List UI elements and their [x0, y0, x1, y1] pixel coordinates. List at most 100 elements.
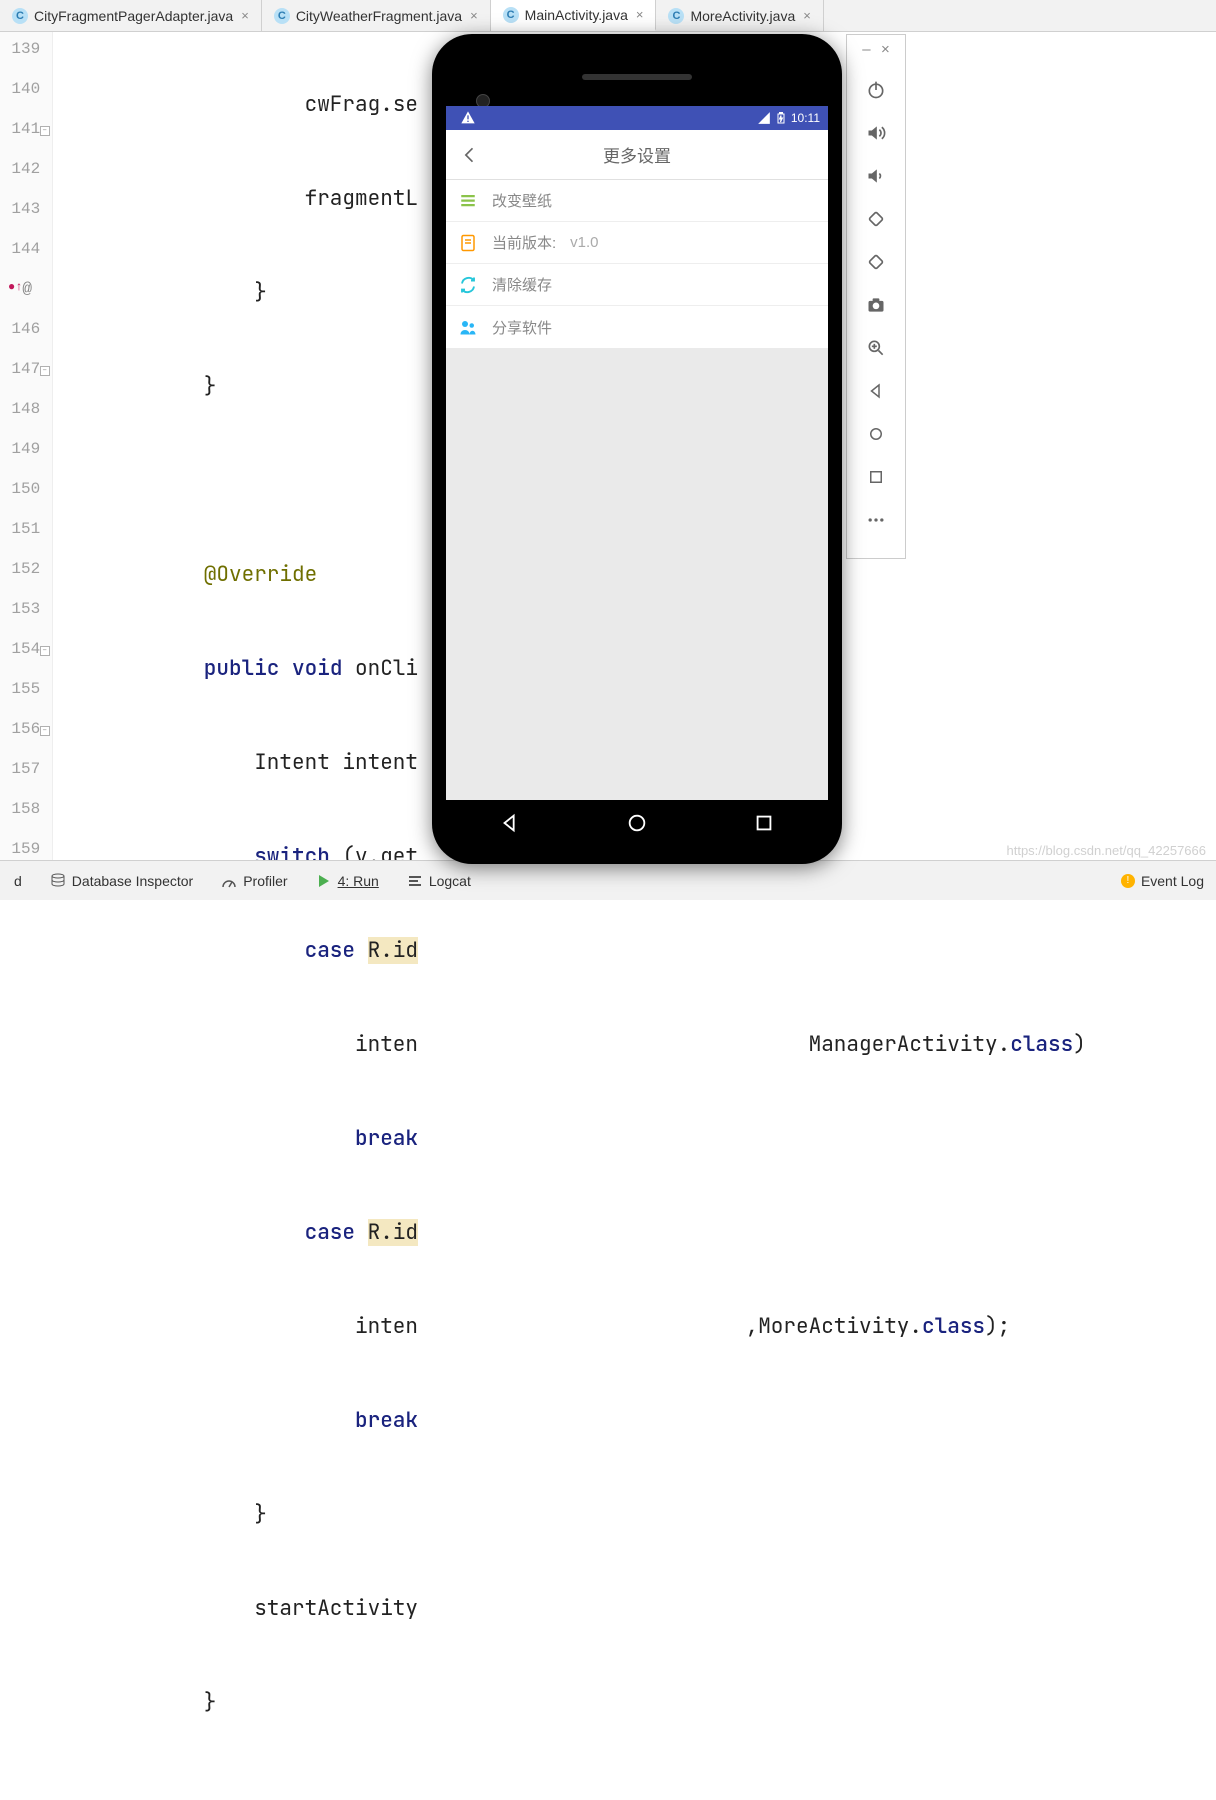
device-frame: 10:11 更多设置 改变壁纸 当前版本: v1.0 [432, 34, 842, 864]
row-share[interactable]: 分享软件 [446, 306, 828, 348]
profiler-button[interactable]: Profiler [207, 873, 301, 889]
tab-moreactivity[interactable]: C MoreActivity.java × [656, 0, 823, 31]
warning-icon [460, 110, 476, 126]
code-line: break [53, 1124, 1216, 1164]
close-icon[interactable]: × [241, 8, 249, 23]
volume-up-icon[interactable] [847, 114, 905, 152]
list-icon [458, 191, 478, 211]
nav-overview-button[interactable] [753, 812, 775, 839]
refresh-icon [458, 275, 478, 295]
status-time: 10:11 [791, 111, 820, 125]
power-icon[interactable] [847, 71, 905, 109]
nav-back-button[interactable] [499, 812, 521, 839]
java-class-icon: C [12, 8, 28, 24]
row-label: 分享软件 [492, 317, 552, 338]
bottom-toolbar: d Database Inspector Profiler 4: Run Log… [0, 860, 1216, 900]
row-change-wallpaper[interactable]: 改变壁纸 [446, 180, 828, 222]
warning-icon: ! [1121, 874, 1135, 888]
rotate-left-icon[interactable] [847, 200, 905, 238]
close-button[interactable]: × [881, 41, 890, 58]
code-line: } [53, 1500, 1216, 1540]
label: Profiler [243, 873, 287, 889]
line-number: 156– [0, 716, 52, 756]
row-value: v1.0 [570, 234, 598, 251]
app-back-button[interactable] [446, 145, 494, 165]
tab-label: MoreActivity.java [690, 8, 795, 24]
java-class-icon: C [668, 8, 684, 24]
tab-mainactivity[interactable]: C MainActivity.java × [491, 0, 657, 31]
line-number: 141– [0, 116, 52, 156]
line-number: 157 [0, 756, 52, 796]
android-statusbar: 10:11 [446, 106, 828, 130]
camera-icon[interactable] [847, 286, 905, 324]
line-number: 142 [0, 156, 52, 196]
row-clear-cache[interactable]: 清除缓存 [446, 264, 828, 306]
logcat-icon [407, 873, 423, 889]
app-bar: 更多设置 [446, 130, 828, 180]
tab-label: CityFragmentPagerAdapter.java [34, 8, 233, 24]
line-number: 158 [0, 796, 52, 836]
line-number: ●↑ @ [0, 276, 52, 316]
line-number: 149 [0, 436, 52, 476]
logcat-button[interactable]: Logcat [393, 873, 485, 889]
line-number: 152 [0, 556, 52, 596]
fold-icon[interactable]: – [40, 126, 50, 136]
code-line: case R.id [53, 936, 1216, 976]
line-number: 144 [0, 236, 52, 276]
line-number: 147– [0, 356, 52, 396]
bottom-d[interactable]: d [0, 873, 36, 889]
back-icon[interactable] [847, 372, 905, 410]
code-line [53, 1782, 1216, 1800]
device-speaker [582, 74, 692, 80]
app-bar-title: 更多设置 [446, 142, 828, 167]
minimize-button[interactable]: – [862, 41, 870, 58]
line-number: 140 [0, 76, 52, 116]
rotate-right-icon[interactable] [847, 243, 905, 281]
line-number: 139 [0, 36, 52, 76]
more-icon[interactable] [847, 501, 905, 539]
signal-icon [757, 111, 771, 125]
close-icon[interactable]: × [470, 8, 478, 23]
code-line: } [53, 1688, 1216, 1728]
home-icon[interactable] [847, 415, 905, 453]
device-screen[interactable]: 10:11 更多设置 改变壁纸 当前版本: v1.0 [446, 106, 828, 850]
label: Event Log [1141, 873, 1204, 889]
database-icon [50, 873, 66, 889]
line-number: 154– [0, 636, 52, 676]
overview-icon[interactable] [847, 458, 905, 496]
volume-down-icon[interactable] [847, 157, 905, 195]
zoom-icon[interactable] [847, 329, 905, 367]
row-label: 当前版本: [492, 232, 556, 253]
close-icon[interactable]: × [636, 7, 644, 22]
row-label: 清除缓存 [492, 274, 552, 295]
tab-cityweather[interactable]: C CityWeatherFragment.java × [262, 0, 491, 31]
code-line: startActivity [53, 1594, 1216, 1634]
fold-icon[interactable]: – [40, 366, 50, 376]
fold-icon[interactable]: – [40, 646, 50, 656]
line-number: 143 [0, 196, 52, 236]
line-number: 155 [0, 676, 52, 716]
code-line: inten ManagerActivity.class) [53, 1030, 1216, 1070]
row-version[interactable]: 当前版本: v1.0 [446, 222, 828, 264]
tab-cityadapter[interactable]: C CityFragmentPagerAdapter.java × [0, 0, 262, 31]
share-icon [458, 317, 478, 337]
java-class-icon: C [274, 8, 290, 24]
event-log-button[interactable]: ! Event Log [1121, 873, 1216, 889]
emulator-device: 10:11 更多设置 改变壁纸 当前版本: v1.0 [432, 34, 842, 864]
code-line: break [53, 1406, 1216, 1446]
code-line: inten ,MoreActivity.class); [53, 1312, 1216, 1352]
tab-label: CityWeatherFragment.java [296, 8, 462, 24]
database-inspector-button[interactable]: Database Inspector [36, 873, 207, 889]
chevron-left-icon [460, 145, 480, 165]
tab-label: MainActivity.java [525, 7, 628, 23]
editor-gutter: 139 140 141– 142 143 144 ●↑ @ 146 147– 1… [0, 32, 53, 860]
run-button[interactable]: 4: Run [302, 873, 393, 889]
profiler-icon [221, 873, 237, 889]
play-icon [316, 873, 332, 889]
close-icon[interactable]: × [803, 8, 811, 23]
fold-icon[interactable]: – [40, 726, 50, 736]
nav-home-button[interactable] [626, 812, 648, 839]
android-navbar [446, 800, 828, 850]
label: Database Inspector [72, 873, 193, 889]
line-number: 150 [0, 476, 52, 516]
